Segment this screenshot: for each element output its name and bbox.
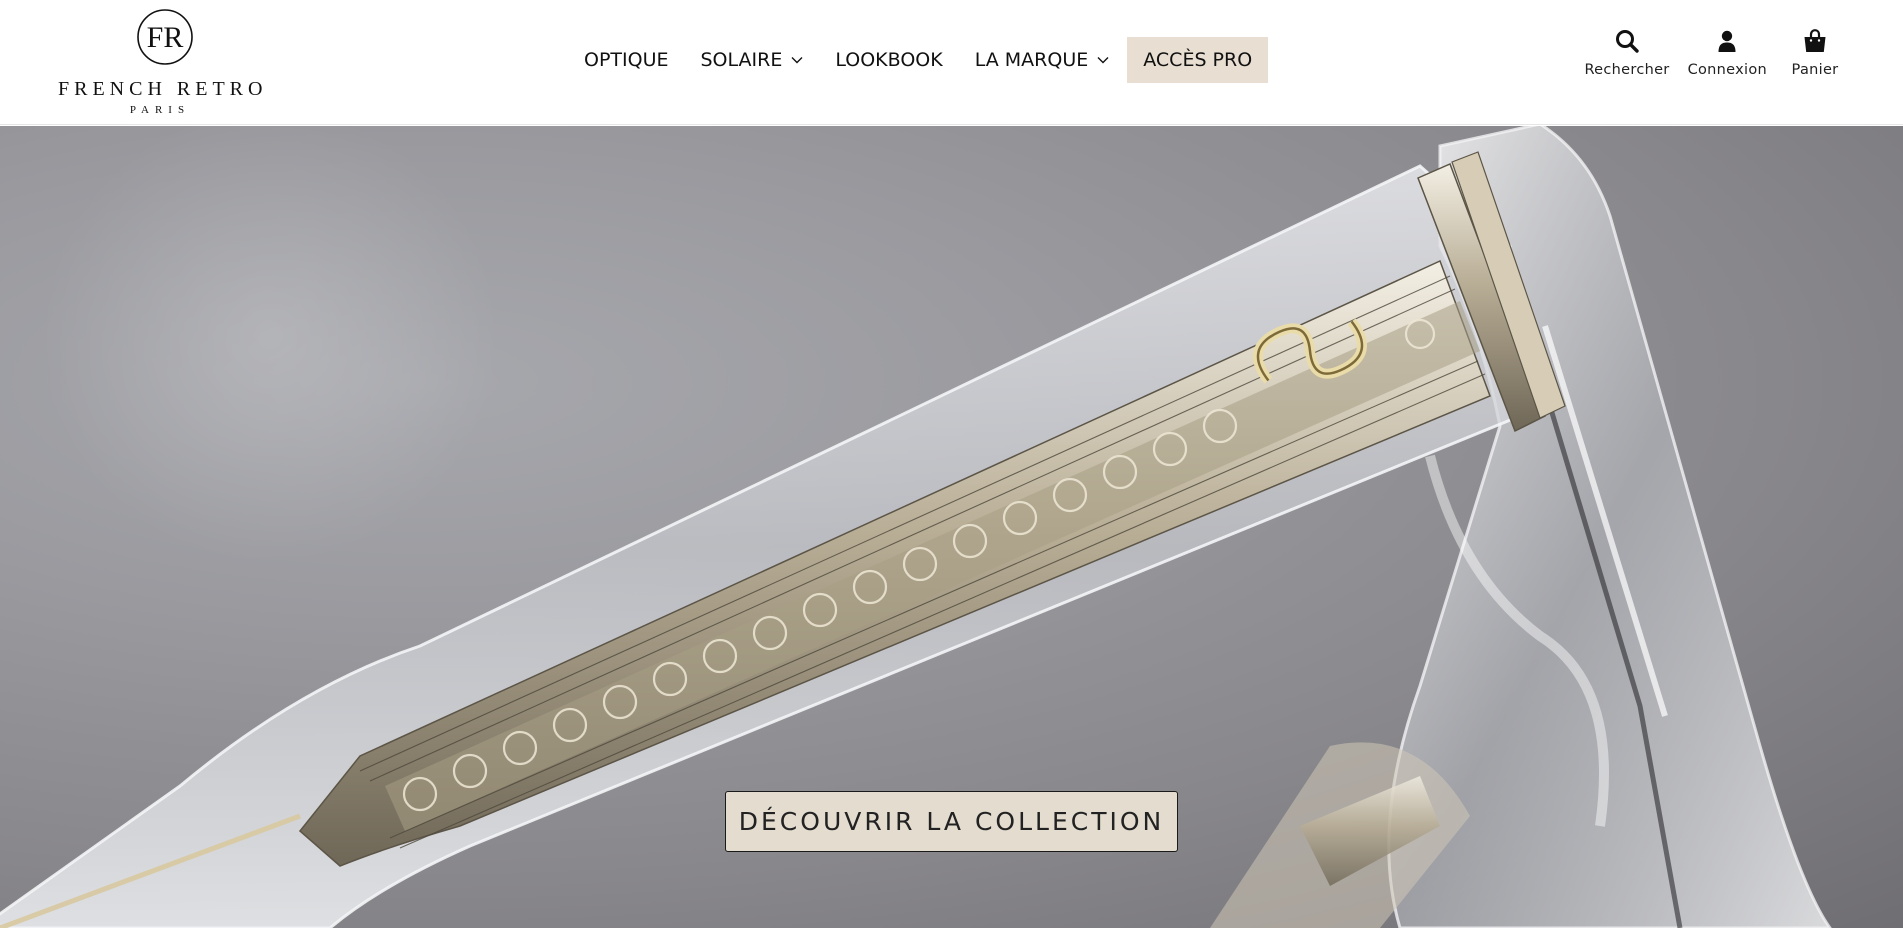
hero-banner: DÉCOUVRIR LA COLLECTION xyxy=(0,126,1903,928)
search-icon xyxy=(1616,30,1639,53)
user-icon xyxy=(1718,30,1736,52)
account-button[interactable]: Connexion xyxy=(1688,28,1767,78)
site-header: FR FRENCH RETRO PARIS OPTIQUE SOLAIRE LO… xyxy=(0,0,1903,125)
svg-text:FR: FR xyxy=(147,21,184,54)
brand-city: PARIS xyxy=(129,104,191,116)
header-utilities: Rechercher Connexion Panier xyxy=(1584,28,1845,78)
monogram-logo-icon: FR xyxy=(137,9,193,65)
search-label: Rechercher xyxy=(1584,62,1670,78)
nav-item-label: OPTIQUE xyxy=(584,49,669,71)
nav-item-la-marque[interactable]: LA MARQUE xyxy=(959,37,1126,83)
nav-item-lookbook[interactable]: LOOKBOOK xyxy=(819,37,958,83)
main-nav: OPTIQUE SOLAIRE LOOKBOOK LA MARQUE ACCÈS… xyxy=(568,37,1269,83)
chevron-down-icon xyxy=(1097,57,1109,64)
cart-button[interactable]: Panier xyxy=(1785,28,1845,78)
brand-logo[interactable]: FR FRENCH RETRO PARIS xyxy=(58,8,268,116)
nav-item-label: LA MARQUE xyxy=(974,49,1089,71)
nav-item-optique[interactable]: OPTIQUE xyxy=(568,37,685,83)
nav-item-acces-pro[interactable]: ACCÈS PRO xyxy=(1127,37,1269,83)
chevron-down-icon xyxy=(791,57,803,64)
search-button[interactable]: Rechercher xyxy=(1584,28,1669,78)
cart-label: Panier xyxy=(1791,62,1839,78)
shopping-bag-icon xyxy=(1804,29,1826,52)
nav-item-solaire[interactable]: SOLAIRE xyxy=(685,37,820,83)
discover-collection-button[interactable]: DÉCOUVRIR LA COLLECTION xyxy=(725,791,1178,852)
account-label: Connexion xyxy=(1687,62,1767,78)
brand-name: FRENCH RETRO xyxy=(58,78,268,100)
nav-item-label: ACCÈS PRO xyxy=(1143,49,1253,71)
nav-item-label: LOOKBOOK xyxy=(835,49,943,71)
nav-item-label: SOLAIRE xyxy=(700,49,783,71)
